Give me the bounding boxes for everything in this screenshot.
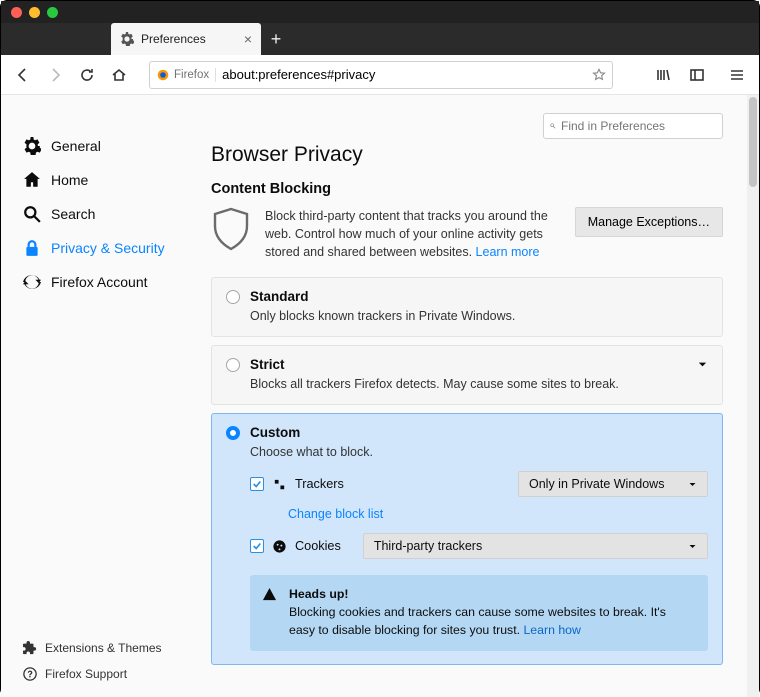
- cookies-row: Cookies Third-party trackers: [250, 533, 708, 559]
- find-in-prefs[interactable]: [543, 113, 723, 139]
- option-desc: Blocks all trackers Firefox detects. May…: [250, 377, 708, 391]
- preferences-content: General Home Search Privacy & Security F…: [1, 95, 759, 697]
- library-button[interactable]: [651, 63, 675, 87]
- change-blocklist-row: Change block list: [288, 507, 708, 521]
- lock-icon: [23, 239, 41, 257]
- tab-title: Preferences: [141, 32, 237, 46]
- sidebar-label: Firefox Support: [45, 667, 127, 681]
- maximize-window-button[interactable]: [47, 7, 58, 18]
- sidebar-item-home[interactable]: Home: [1, 163, 191, 197]
- radio-standard[interactable]: [226, 290, 240, 304]
- scrollbar[interactable]: [747, 95, 759, 697]
- tabstrip: Preferences × +: [1, 23, 759, 55]
- trackers-label: Trackers: [295, 477, 344, 491]
- sidebar-item-extensions[interactable]: Extensions & Themes: [1, 635, 191, 661]
- url-input[interactable]: [222, 67, 586, 82]
- cookies-icon: [272, 539, 287, 554]
- chevron-down-icon: [688, 542, 697, 551]
- page-heading: Browser Privacy: [211, 143, 723, 167]
- sidebar-item-account[interactable]: Firefox Account: [1, 265, 191, 299]
- firefox-icon: [156, 68, 170, 82]
- option-title: Strict: [250, 357, 285, 372]
- cookies-label: Cookies: [295, 539, 341, 553]
- bookmark-star-icon[interactable]: [592, 68, 606, 82]
- option-title: Custom: [250, 425, 300, 440]
- blocking-option-strict[interactable]: Strict Blocks all trackers Firefox detec…: [211, 345, 723, 405]
- forward-button[interactable]: [43, 63, 67, 87]
- browser-tab-preferences[interactable]: Preferences ×: [111, 23, 261, 55]
- navigation-toolbar: Firefox: [1, 55, 759, 95]
- macos-titlebar: [1, 1, 759, 23]
- sidebar-label: Home: [51, 172, 88, 188]
- radio-custom[interactable]: [226, 426, 240, 440]
- close-tab-button[interactable]: ×: [244, 31, 252, 47]
- sidebar-label: General: [51, 138, 101, 154]
- close-window-button[interactable]: [11, 7, 22, 18]
- warning-icon: [262, 587, 277, 602]
- gear-icon: [120, 32, 134, 46]
- radio-strict[interactable]: [226, 358, 240, 372]
- cookies-select[interactable]: Third-party trackers: [363, 533, 708, 559]
- learn-more-link[interactable]: Learn more: [476, 245, 540, 259]
- sidebar-item-privacy[interactable]: Privacy & Security: [1, 231, 191, 265]
- sidebar-item-general[interactable]: General: [1, 129, 191, 163]
- heads-up-notice: Heads up! Blocking cookies and trackers …: [250, 575, 708, 650]
- manage-exceptions-button[interactable]: Manage Exceptions…: [575, 207, 723, 237]
- new-tab-button[interactable]: +: [261, 23, 291, 55]
- scrollbar-thumb[interactable]: [749, 97, 757, 187]
- category-sidebar: General Home Search Privacy & Security F…: [1, 95, 191, 697]
- app-menu-button[interactable]: [725, 63, 749, 87]
- notice-title: Heads up!: [289, 587, 348, 601]
- search-icon: [550, 120, 556, 132]
- back-button[interactable]: [11, 63, 35, 87]
- content-blocking-heading: Content Blocking: [211, 181, 723, 197]
- checkbox-cookies[interactable]: [250, 539, 264, 553]
- minimize-window-button[interactable]: [29, 7, 40, 18]
- checkbox-trackers[interactable]: [250, 477, 264, 491]
- find-input[interactable]: [561, 119, 716, 133]
- search-icon: [23, 205, 41, 223]
- trackers-row: Trackers Only in Private Windows: [250, 471, 708, 497]
- sidebar-label: Privacy & Security: [51, 240, 165, 256]
- sidebar-item-support[interactable]: Firefox Support: [1, 661, 191, 687]
- main-pane: Browser Privacy Content Blocking Block t…: [191, 95, 747, 697]
- sidebar-button[interactable]: [685, 63, 709, 87]
- sync-icon: [23, 273, 41, 291]
- reload-button[interactable]: [75, 63, 99, 87]
- option-desc: Only blocks known trackers in Private Wi…: [250, 309, 708, 323]
- sidebar-item-search[interactable]: Search: [1, 197, 191, 231]
- traffic-lights: [11, 7, 58, 18]
- content-blocking-description: Block third-party content that tracks yo…: [265, 207, 561, 261]
- content-blocking-header: Block third-party content that tracks yo…: [211, 207, 723, 261]
- shield-icon: [211, 207, 251, 251]
- chevron-down-icon: [688, 480, 697, 489]
- gear-icon: [23, 137, 41, 155]
- learn-how-link[interactable]: Learn how: [523, 623, 580, 637]
- blocking-option-custom: Custom Choose what to block. Trackers On…: [211, 413, 723, 664]
- option-title: Standard: [250, 289, 309, 304]
- home-button[interactable]: [107, 63, 131, 87]
- urlbar[interactable]: Firefox: [149, 61, 613, 89]
- trackers-icon: [272, 477, 287, 492]
- sidebar-label: Search: [51, 206, 95, 222]
- sidebar-label: Firefox Account: [51, 274, 148, 290]
- puzzle-icon: [23, 641, 37, 655]
- blocking-option-standard[interactable]: Standard Only blocks known trackers in P…: [211, 277, 723, 337]
- notice-body: Blocking cookies and trackers can cause …: [289, 605, 666, 637]
- trackers-select[interactable]: Only in Private Windows: [518, 471, 708, 497]
- identity-box[interactable]: Firefox: [156, 68, 216, 82]
- question-icon: [23, 667, 37, 681]
- change-blocklist-link[interactable]: Change block list: [288, 507, 383, 521]
- sidebar-label: Extensions & Themes: [45, 641, 162, 655]
- identity-label: Firefox: [174, 69, 209, 81]
- option-desc: Choose what to block.: [250, 445, 708, 459]
- home-icon: [23, 171, 41, 189]
- chevron-down-icon[interactable]: [697, 359, 708, 370]
